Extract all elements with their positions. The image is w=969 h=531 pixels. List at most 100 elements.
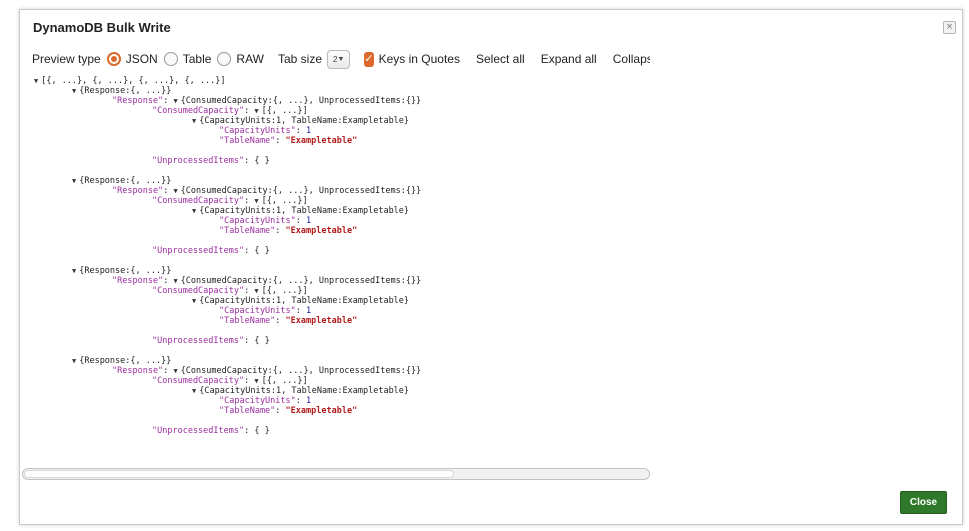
close-button[interactable]: Close <box>900 491 947 514</box>
expanded-triangle-icon[interactable]: ▼ <box>34 77 38 85</box>
expanded-triangle-icon[interactable]: ▼ <box>192 297 196 305</box>
bulk-write-dialog: DynamoDB Bulk Write × Preview type JSON … <box>19 9 963 525</box>
radio-unchecked-icon[interactable] <box>163 52 178 66</box>
json-summary: [{, ...}] <box>261 376 308 386</box>
json-table-row: "TableName": "Exampletable" <box>219 136 358 146</box>
keys-in-quotes-label: Keys in Quotes <box>378 52 460 66</box>
expanded-triangle-icon[interactable]: ▼ <box>72 357 76 365</box>
json-number-value: 1 <box>306 126 312 136</box>
json-summary: {CapacityUnits:1, TableName:Exampletable… <box>199 296 410 306</box>
json-capacity-row: "CapacityUnits": 1 <box>219 126 312 136</box>
expanded-triangle-icon[interactable]: ▼ <box>72 177 76 185</box>
json-item-summary: {Response:{, ...}} <box>79 176 172 186</box>
json-key: "UnprocessedItems" <box>152 156 245 166</box>
json-capacity-row: "CapacityUnits": 1 <box>219 216 312 226</box>
json-key: "Response" <box>112 276 164 286</box>
json-root-row[interactable]: ▼ [{, ...}, {, ...}, {, ...}, {, ...}] <box>34 76 225 86</box>
json-response-row[interactable]: "Response": ▼ {ConsumedCapacity:{, ...}, … <box>112 96 421 106</box>
json-entry-row[interactable]: ▼ {CapacityUnits:1, TableName:Exampletabl… <box>192 206 409 216</box>
expanded-triangle-icon[interactable]: ▼ <box>254 287 258 295</box>
tab-size-label: Tab size <box>277 52 322 66</box>
expanded-triangle-icon[interactable]: ▼ <box>254 107 258 115</box>
json-consumed-row[interactable]: "ConsumedCapacity": ▼ [{, ...}] <box>152 106 308 116</box>
json-tree-view: ▼ [{, ...}, {, ...}, {, ...}, {, ...}] ▼{… <box>34 76 654 469</box>
select-all-button[interactable]: Select all <box>476 52 525 66</box>
json-entry-row[interactable]: ▼ {CapacityUnits:1, TableName:Exampletabl… <box>192 116 409 126</box>
json-unprocessed-row: "UnprocessedItems": { } <box>152 426 270 436</box>
json-consumed-row[interactable]: "ConsumedCapacity": ▼ [{, ...}] <box>152 376 308 386</box>
horizontal-scrollbar[interactable] <box>22 468 650 480</box>
json-key: "CapacityUnits" <box>219 126 296 136</box>
json-item-row[interactable]: ▼ {Response:{, ...}} <box>72 356 171 366</box>
check-icon: ✓ <box>364 52 374 65</box>
json-summary: {ConsumedCapacity:{, ...}, UnprocessedIt… <box>180 366 422 376</box>
expanded-triangle-icon[interactable]: ▼ <box>72 87 76 95</box>
json-response-row[interactable]: "Response": ▼ {ConsumedCapacity:{, ...}, … <box>112 366 421 376</box>
tab-size-select[interactable]: 2 ▼ <box>327 49 351 69</box>
json-key: "ConsumedCapacity" <box>152 196 245 206</box>
json-string-value: "Exampletable" <box>285 316 358 326</box>
json-response-row[interactable]: "Response": ▼ {ConsumedCapacity:{, ...}, … <box>112 276 421 286</box>
expanded-triangle-icon[interactable]: ▼ <box>192 207 196 215</box>
expanded-triangle-icon[interactable]: ▼ <box>254 377 258 385</box>
json-key: "UnprocessedItems" <box>152 426 245 436</box>
expanded-triangle-icon[interactable]: ▼ <box>192 117 196 125</box>
expanded-triangle-icon[interactable]: ▼ <box>72 267 76 275</box>
json-table-row: "TableName": "Exampletable" <box>219 406 358 416</box>
json-unprocessed-row: "UnprocessedItems": { } <box>152 336 270 346</box>
scrollbar-thumb[interactable] <box>24 470 454 478</box>
json-summary: {CapacityUnits:1, TableName:Exampletable… <box>199 116 410 126</box>
json-entry-row[interactable]: ▼ {CapacityUnits:1, TableName:Exampletabl… <box>192 296 409 306</box>
json-empty-object: { } <box>254 156 270 166</box>
json-item-summary: {Response:{, ...}} <box>79 356 172 366</box>
json-key: "ConsumedCapacity" <box>152 286 245 296</box>
radio-unchecked-icon[interactable] <box>217 52 232 66</box>
json-key: "UnprocessedItems" <box>152 336 245 346</box>
expanded-triangle-icon[interactable]: ▼ <box>173 277 177 285</box>
json-capacity-row: "CapacityUnits": 1 <box>219 396 312 406</box>
json-key: "TableName" <box>219 316 276 326</box>
json-key: "Response" <box>112 366 164 376</box>
json-key: "TableName" <box>219 406 276 416</box>
radio-json-label: JSON <box>125 52 158 66</box>
preview-type-label: Preview type <box>32 52 101 66</box>
json-consumed-row[interactable]: "ConsumedCapacity": ▼ [{, ...}] <box>152 286 308 296</box>
json-response-row[interactable]: "Response": ▼ {ConsumedCapacity:{, ...}, … <box>112 186 421 196</box>
radio-raw[interactable]: RAW <box>217 52 264 66</box>
radio-raw-label: RAW <box>236 52 264 66</box>
json-entry-row[interactable]: ▼ {CapacityUnits:1, TableName:Exampletabl… <box>192 386 409 396</box>
json-item-summary: {Response:{, ...}} <box>79 86 172 96</box>
json-number-value: 1 <box>306 396 312 406</box>
json-summary: [{, ...}] <box>261 196 308 206</box>
json-summary: [{, ...}] <box>261 286 308 296</box>
json-item-row[interactable]: ▼ {Response:{, ...}} <box>72 266 171 276</box>
expanded-triangle-icon[interactable]: ▼ <box>254 197 258 205</box>
radio-table-label: Table <box>182 52 212 66</box>
json-table-row: "TableName": "Exampletable" <box>219 316 358 326</box>
json-key: "TableName" <box>219 226 276 236</box>
keys-in-quotes-checkbox[interactable]: ✓ <box>364 51 374 67</box>
json-number-value: 1 <box>306 216 312 226</box>
json-item-row[interactable]: ▼ {Response:{, ...}} <box>72 176 171 186</box>
expand-all-button[interactable]: Expand all <box>541 52 597 66</box>
radio-table[interactable]: Table <box>163 52 212 66</box>
json-summary: {CapacityUnits:1, TableName:Exampletable… <box>199 206 410 216</box>
expanded-triangle-icon[interactable]: ▼ <box>192 387 196 395</box>
expanded-triangle-icon[interactable]: ▼ <box>173 367 177 375</box>
json-number-value: 1 <box>306 306 312 316</box>
json-key: "UnprocessedItems" <box>152 246 245 256</box>
json-summary: [{, ...}] <box>261 106 308 116</box>
radio-checked-icon[interactable] <box>106 52 121 66</box>
caret-down-icon: ▼ <box>337 55 345 63</box>
json-summary: {CapacityUnits:1, TableName:Exampletable… <box>199 386 410 396</box>
collapse-all-button[interactable]: Collapse all <box>613 52 650 66</box>
radio-json[interactable]: JSON <box>106 52 158 66</box>
json-key: "ConsumedCapacity" <box>152 106 245 116</box>
json-consumed-row[interactable]: "ConsumedCapacity": ▼ [{, ...}] <box>152 196 308 206</box>
expanded-triangle-icon[interactable]: ▼ <box>173 187 177 195</box>
json-item-row[interactable]: ▼ {Response:{, ...}} <box>72 86 171 96</box>
json-root-summary: [{, ...}, {, ...}, {, ...}, {, ...}] <box>41 76 226 86</box>
expanded-triangle-icon[interactable]: ▼ <box>173 97 177 105</box>
close-icon[interactable]: × <box>943 21 956 34</box>
json-key: "CapacityUnits" <box>219 306 296 316</box>
